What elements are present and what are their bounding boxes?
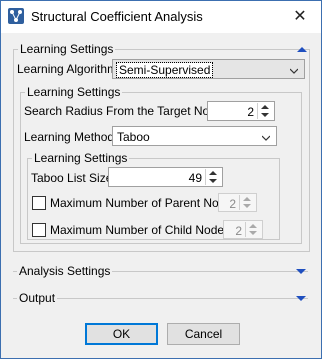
learning-algorithm-value: Semi-Supervised bbox=[115, 62, 214, 78]
chevron-down-icon bbox=[290, 68, 298, 74]
max-children-checkbox[interactable] bbox=[32, 223, 46, 237]
dialog-window: Structural Coefficient Analysis ✕ Learni… bbox=[0, 0, 322, 359]
title-bar: Structural Coefficient Analysis ✕ bbox=[1, 1, 321, 33]
cancel-button[interactable]: Cancel bbox=[167, 323, 240, 345]
output-group[interactable]: Output bbox=[13, 291, 308, 309]
expand-chevron-icon[interactable] bbox=[296, 296, 306, 301]
learning-method-value: Taboo bbox=[117, 130, 150, 144]
max-children-stepper: 2 bbox=[223, 220, 263, 239]
learning-method-select[interactable]: Taboo bbox=[112, 126, 277, 146]
chevron-down-icon bbox=[262, 135, 270, 141]
learning-algorithm-select[interactable]: Semi-Supervised bbox=[112, 59, 305, 79]
learning-method-label: Learning Method bbox=[24, 130, 115, 144]
stepper-arrows[interactable] bbox=[257, 103, 273, 119]
learning-algorithm-label: Learning Algorithm bbox=[17, 62, 118, 76]
stepper-arrows[interactable] bbox=[205, 169, 221, 185]
learning-settings-legend: Learning Settings bbox=[18, 42, 116, 56]
analysis-settings-legend[interactable]: Analysis Settings bbox=[17, 264, 113, 278]
taboo-list-size-stepper[interactable]: 49 bbox=[108, 167, 223, 187]
max-children-label: Maximum Number of Child Nodes bbox=[50, 223, 231, 237]
max-parents-stepper: 2 bbox=[218, 193, 257, 212]
ok-button[interactable]: OK bbox=[85, 323, 158, 345]
learning-settings-inner-legend: Learning Settings bbox=[25, 85, 123, 99]
stepper-arrows bbox=[245, 222, 261, 237]
collapse-chevron-icon[interactable] bbox=[297, 47, 307, 52]
max-children-value: 2 bbox=[235, 224, 242, 238]
analysis-settings-group[interactable]: Analysis Settings bbox=[13, 264, 308, 282]
taboo-settings-group: Learning Settings Taboo List Size 49 Max… bbox=[27, 151, 280, 240]
taboo-list-size-value: 49 bbox=[188, 171, 202, 185]
taboo-settings-legend: Learning Settings bbox=[32, 151, 130, 165]
network-graph-icon bbox=[8, 8, 24, 24]
search-radius-label: Search Radius From the Target Node bbox=[24, 104, 223, 118]
learning-settings-inner-group: Learning Settings Search Radius From the… bbox=[20, 85, 302, 244]
output-legend[interactable]: Output bbox=[17, 291, 58, 305]
expand-chevron-icon[interactable] bbox=[296, 269, 306, 274]
taboo-list-size-label: Taboo List Size bbox=[31, 171, 113, 185]
max-parents-label: Maximum Number of Parent Nodes bbox=[50, 196, 239, 210]
stepper-arrows bbox=[239, 195, 255, 210]
close-icon[interactable]: ✕ bbox=[289, 7, 311, 27]
learning-settings-group: Learning Settings Learning Algorithm Sem… bbox=[13, 42, 310, 252]
search-radius-stepper[interactable]: 2 bbox=[207, 101, 275, 121]
window-title: Structural Coefficient Analysis bbox=[31, 9, 203, 24]
max-parents-checkbox[interactable] bbox=[32, 196, 46, 210]
max-parents-value: 2 bbox=[229, 197, 236, 211]
search-radius-value: 2 bbox=[247, 105, 254, 119]
